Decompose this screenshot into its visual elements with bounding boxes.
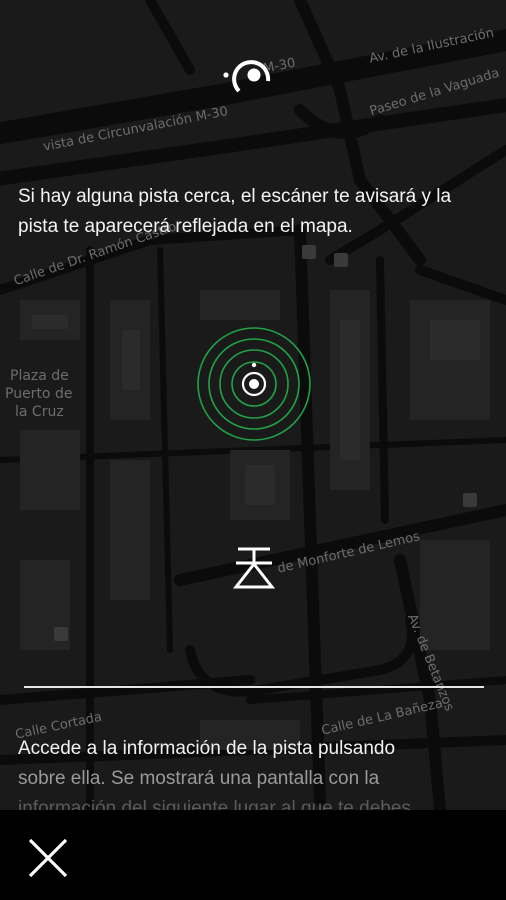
info-line-2: sobre ella. Se mostrará una pantalla con… [18,768,380,789]
scanner-logo-icon [223,60,271,93]
divider [24,686,484,688]
close-icon[interactable] [22,832,74,884]
clue-marker-icon[interactable] [230,545,278,593]
radar-scanner-icon [197,327,311,441]
tutorial-overlay: Si hay alguna pista cerca, el escáner te… [0,0,506,819]
intro-text: Si hay alguna pista cerca, el escáner te… [18,186,452,237]
bottom-bar [0,810,506,900]
info-line-1: Accede a la información de la pista puls… [18,738,396,759]
